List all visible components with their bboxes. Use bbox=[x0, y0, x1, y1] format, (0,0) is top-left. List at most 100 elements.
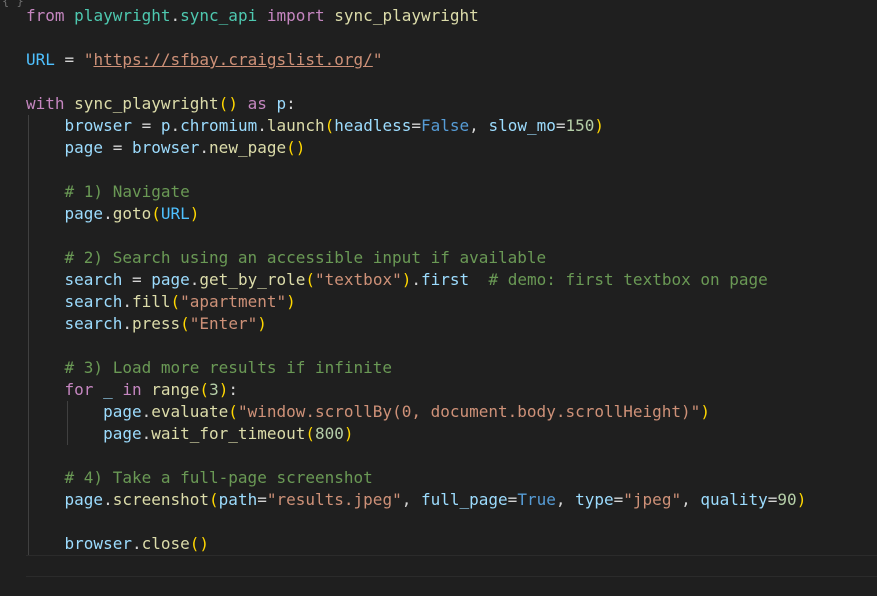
variable: search bbox=[64, 270, 123, 289]
loop-variable: _ bbox=[93, 380, 123, 399]
code-editor[interactable]: { } from playwright.sync_api import sync… bbox=[0, 0, 877, 596]
method-call: goto bbox=[112, 204, 152, 223]
code-line-7[interactable]: page = browser.new_page() bbox=[26, 137, 306, 159]
comma: , bbox=[681, 490, 701, 509]
colon: : bbox=[228, 380, 238, 399]
string-literal: "Enter" bbox=[189, 314, 258, 333]
variable: browser bbox=[64, 534, 132, 553]
string-literal: "textbox" bbox=[315, 270, 402, 289]
comma: , bbox=[469, 116, 489, 135]
number-literal: 3 bbox=[209, 380, 219, 399]
variable: browser bbox=[64, 116, 132, 135]
code-line-25[interactable]: browser.close() bbox=[26, 533, 210, 555]
comment: # 4) Take a full-page screenshot bbox=[64, 468, 373, 487]
code-line-10[interactable]: page.goto(URL) bbox=[26, 203, 200, 225]
variable: browser bbox=[131, 138, 200, 157]
method-call: wait_for_timeout bbox=[151, 424, 306, 443]
paren-open: ( bbox=[286, 138, 296, 157]
operator: = bbox=[411, 116, 421, 135]
module-name: playwright bbox=[74, 6, 171, 25]
comment: # 3) Load more results if infinite bbox=[64, 358, 393, 377]
spacing bbox=[469, 270, 488, 289]
keyword-import: import bbox=[266, 6, 325, 25]
number-literal: 800 bbox=[315, 424, 344, 443]
paren-close: ) bbox=[594, 116, 605, 135]
code-line-18[interactable]: for _ in range(3): bbox=[26, 379, 238, 401]
variable: page bbox=[64, 138, 104, 157]
code-line-22[interactable]: # 4) Take a full-page screenshot bbox=[26, 467, 373, 489]
variable: p bbox=[160, 116, 171, 135]
paren-open: ( bbox=[209, 490, 219, 509]
code-line-14[interactable]: search.fill("apartment") bbox=[26, 291, 296, 313]
paren-close: ) bbox=[295, 138, 306, 157]
submodule-name: sync_api bbox=[180, 6, 258, 25]
paren-close: ) bbox=[796, 490, 807, 509]
url-link[interactable]: https://sfbay.craigslist.org/ bbox=[93, 50, 372, 69]
operator: = bbox=[613, 490, 624, 509]
colon: : bbox=[286, 94, 296, 113]
keyword-as: as bbox=[247, 94, 267, 113]
boolean-literal: False bbox=[421, 116, 470, 135]
paren-close: ) bbox=[189, 204, 200, 223]
function-call: range bbox=[151, 380, 200, 399]
attribute: chromium bbox=[180, 116, 258, 135]
folded-bracket-fragment: { } bbox=[2, 0, 24, 8]
dot: . bbox=[199, 138, 210, 157]
code-line-13[interactable]: search = page.get_by_role("textbox").fir… bbox=[26, 269, 768, 291]
keyword-argument: full_page bbox=[420, 490, 508, 509]
keyword-from: from bbox=[26, 6, 65, 25]
variable: page bbox=[103, 424, 142, 443]
operator: = bbox=[122, 270, 152, 289]
keyword-argument: quality bbox=[700, 490, 768, 509]
function-call: sync_playwright bbox=[74, 94, 219, 113]
code-line-5[interactable]: with sync_playwright() as p: bbox=[26, 93, 296, 115]
comment: # 1) Navigate bbox=[64, 182, 190, 201]
code-line-1[interactable]: from playwright.sync_api import sync_pla… bbox=[26, 5, 479, 27]
paren-open: ( bbox=[218, 94, 229, 113]
constant-url: URL bbox=[160, 204, 190, 223]
code-line-17[interactable]: # 3) Load more results if infinite bbox=[26, 357, 393, 379]
paren-close: ) bbox=[700, 402, 710, 421]
paren-open: ( bbox=[305, 424, 315, 443]
operator: = bbox=[555, 116, 566, 135]
code-line-23[interactable]: page.screenshot(path="results.jpeg", ful… bbox=[26, 489, 807, 511]
code-line-15[interactable]: search.press("Enter") bbox=[26, 313, 267, 335]
constant-url: URL bbox=[26, 50, 55, 69]
dot: . bbox=[103, 204, 113, 223]
paren-close: ) bbox=[228, 94, 238, 113]
keyword-in: in bbox=[122, 380, 142, 399]
paren-open: ( bbox=[170, 292, 181, 311]
keyword-for: for bbox=[64, 380, 94, 399]
code-line-9[interactable]: # 1) Navigate bbox=[26, 181, 190, 203]
operator: = bbox=[54, 50, 84, 69]
method-call: screenshot bbox=[112, 490, 210, 509]
quote: " bbox=[372, 50, 383, 69]
operator: = bbox=[507, 490, 518, 509]
keyword-with: with bbox=[26, 94, 65, 113]
code-line-6[interactable]: browser = p.chromium.launch(headless=Fal… bbox=[26, 115, 605, 137]
code-line-3[interactable]: URL = "https://sfbay.craigslist.org/" bbox=[26, 49, 382, 71]
dot: . bbox=[103, 490, 113, 509]
paren-open: ( bbox=[324, 116, 335, 135]
code-line-19[interactable]: page.evaluate("window.scrollBy(0, docume… bbox=[26, 401, 710, 423]
paren-close: ) bbox=[257, 314, 267, 333]
variable: page bbox=[151, 270, 190, 289]
paren-close: ) bbox=[343, 424, 354, 443]
code-line-12[interactable]: # 2) Search using an accessible input if… bbox=[26, 247, 547, 269]
quote: " bbox=[83, 50, 94, 69]
variable: search bbox=[64, 314, 123, 333]
method-call: evaluate bbox=[151, 402, 229, 421]
code-line-20[interactable]: page.wait_for_timeout(800) bbox=[26, 423, 354, 445]
paren-open: ( bbox=[199, 380, 210, 399]
paren-close: ) bbox=[286, 292, 296, 311]
method-call: get_by_role bbox=[199, 270, 306, 289]
comment: # 2) Search using an accessible input if… bbox=[64, 248, 547, 267]
method-call: fill bbox=[131, 292, 171, 311]
operator: = bbox=[103, 138, 132, 157]
variable: search bbox=[64, 292, 123, 311]
method-call: press bbox=[131, 314, 181, 333]
boolean-literal: True bbox=[517, 490, 556, 509]
variable: page bbox=[103, 402, 142, 421]
paren-open: ( bbox=[228, 402, 238, 421]
paren-close: ) bbox=[218, 380, 229, 399]
